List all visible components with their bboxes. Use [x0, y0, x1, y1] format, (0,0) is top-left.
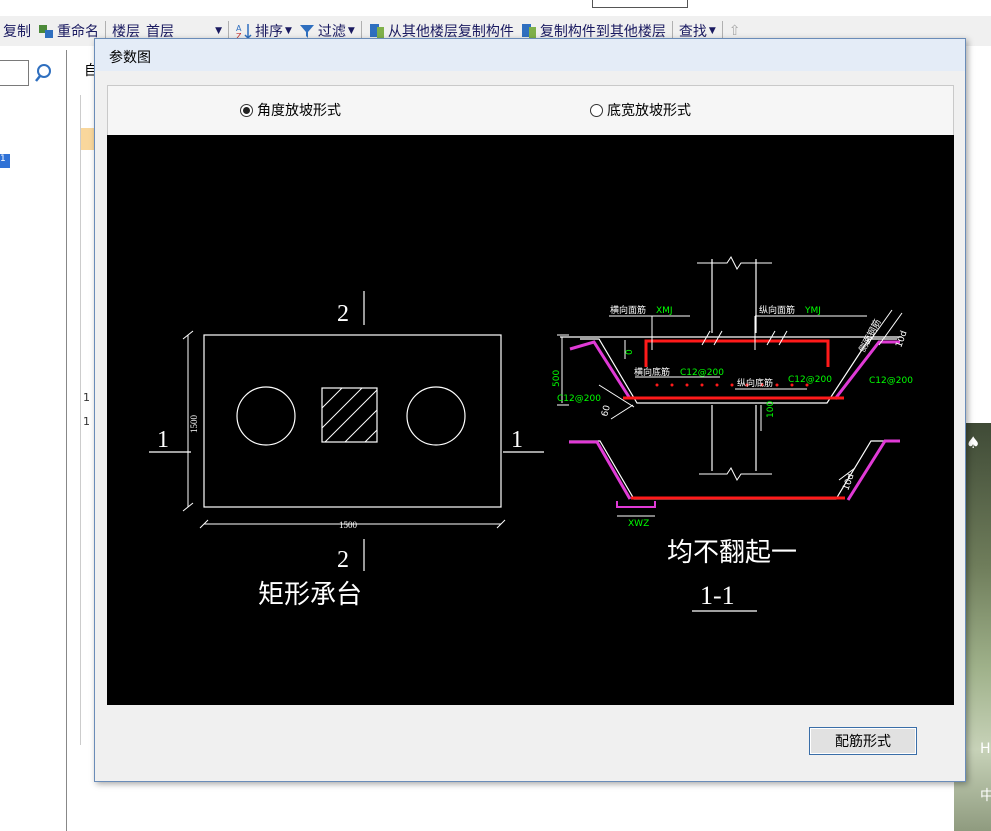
chevron-down-icon: ▼	[347, 26, 355, 36]
radio-width-label: 底宽放坡形式	[607, 103, 691, 119]
bell-icon: ♠	[966, 433, 981, 452]
tree-item-selected[interactable]: 1	[0, 154, 10, 168]
plan-width-dim: 1500	[339, 520, 358, 530]
dialog-titlebar[interactable]: 参数图	[95, 39, 965, 71]
rename-icon	[39, 25, 53, 38]
label-side-rebar: 侧面钢筋	[856, 317, 884, 354]
caption-no-bend: 均不翻起一	[667, 538, 797, 567]
widget-text-fragment: 中	[980, 788, 991, 804]
parameter-drawing: 2 2 1 1 1500 1500 矩形承台 横向面筋 XMJ 纵向面筋 YMJ…	[107, 135, 954, 705]
section-2-top-label: 2	[337, 301, 349, 327]
spec-side-right: C12@200	[869, 376, 913, 386]
code-transverse-top: XMJ	[656, 306, 673, 316]
radio-angle-slope[interactable]: 角度放坡形式	[240, 100, 341, 120]
widget-text-fragment: H	[980, 741, 991, 757]
label-transverse-bottom: 横向底筋	[634, 366, 670, 378]
plan-height-dim: 1500	[189, 415, 199, 434]
chevron-down-icon: ▼	[215, 26, 222, 36]
code-longitudinal-top: YMJ	[804, 306, 821, 316]
arrow-up-icon: ⇧	[728, 23, 741, 39]
dim-0: 0	[625, 349, 635, 355]
top-frame-fragment	[592, 0, 688, 8]
tree-item-label: 1	[0, 154, 6, 164]
search-icon[interactable]	[32, 60, 58, 86]
radio-unchecked-icon	[590, 103, 603, 117]
radio-width-slope[interactable]: 底宽放坡形式	[590, 100, 691, 120]
pane-divider[interactable]	[66, 50, 67, 831]
caption-rect-cap: 矩形承台	[258, 580, 362, 609]
dialog-title: 参数图	[109, 50, 151, 66]
dim-10d-a: 10d	[894, 329, 909, 349]
search-input[interactable]	[0, 60, 29, 86]
drawing-svg: 2 2 1 1 1500 1500 矩形承台 横向面筋 XMJ 纵向面筋 YMJ…	[149, 256, 913, 612]
copy-button[interactable]: 复制	[0, 19, 34, 43]
label-longitudinal-top: 纵向面筋	[759, 304, 795, 316]
spec-transverse-bottom: C12@200	[680, 368, 724, 378]
label-xwz: XWZ	[628, 519, 649, 529]
spec-longitudinal-bottom: C12@200	[788, 375, 832, 385]
radio-checked-icon	[240, 103, 253, 117]
rename-button[interactable]: 重命名	[34, 19, 102, 43]
slope-mode-radio-group: 角度放坡形式 底宽放坡形式	[107, 85, 954, 137]
section-1-right-label: 1	[511, 427, 523, 453]
left-pane: 1	[0, 50, 66, 831]
section-1-1-label: 1-1	[700, 581, 735, 610]
label-longitudinal-bottom: 纵向底筋	[737, 377, 773, 389]
label-transverse-top: 横向面筋	[610, 304, 646, 316]
chevron-down-icon: ▼	[285, 26, 292, 36]
spec-side-left: C12@200	[557, 394, 601, 404]
rebar-form-button[interactable]: 配筋形式	[809, 727, 917, 755]
radio-angle-label: 角度放坡形式	[257, 103, 341, 119]
chevron-down-icon: ▼	[708, 26, 716, 36]
param-diagram-dialog: 参数图 角度放坡形式 底宽放坡形式 2 2 1 1 1500 1500 矩形承台…	[94, 38, 966, 782]
right-panel-fragment	[965, 50, 991, 423]
dim-100: 100	[766, 401, 776, 418]
dim-60: 60	[600, 404, 613, 418]
dim-500: 500	[552, 370, 562, 387]
section-2-bottom-label: 2	[337, 547, 349, 573]
section-1-left-label: 1	[157, 427, 169, 453]
